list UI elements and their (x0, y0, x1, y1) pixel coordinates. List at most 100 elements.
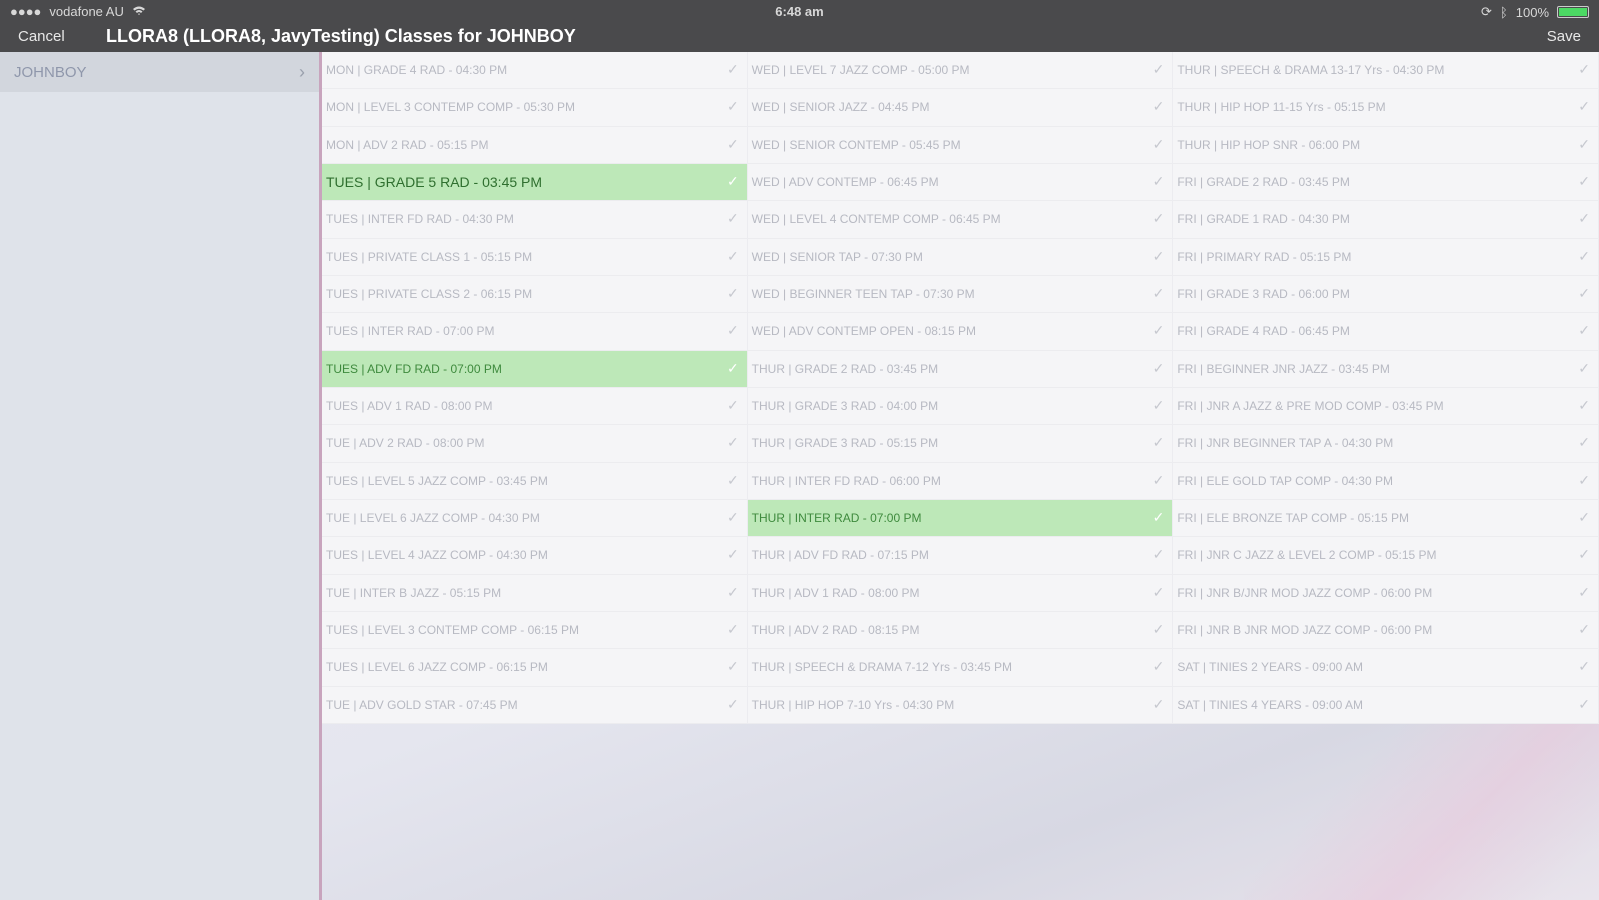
class-label: THUR | ADV 2 RAD - 08:15 PM (751, 623, 920, 638)
class-label: THUR | INTER FD RAD - 06:00 PM (751, 473, 941, 488)
class-row[interactable]: TUES | PRIVATE CLASS 2 - 06:15 PM ✓ (322, 276, 747, 314)
class-row[interactable]: SAT | TINIES 2 YEARS - 09:00 AM ✓ (1173, 649, 1599, 687)
checkmark-icon: ✓ (1578, 508, 1591, 525)
checkmark-icon: ✓ (726, 172, 739, 189)
cancel-button[interactable]: Cancel (18, 28, 65, 45)
class-row[interactable]: MON | ADV 2 RAD - 05:15 PM ✓ (322, 127, 747, 164)
class-row[interactable]: TUES | ADV 1 RAD - 08:00 PM ✓ (322, 388, 747, 426)
class-row[interactable]: FRI | PRIMARY RAD - 05:15 PM ✓ (1173, 239, 1599, 276)
status-time: 6:48 am (775, 4, 824, 19)
checkmark-icon: ✓ (1152, 620, 1165, 637)
class-row[interactable]: FRI | GRADE 3 RAD - 06:00 PM ✓ (1173, 276, 1599, 314)
class-row[interactable]: WED | SENIOR CONTEMP - 05:45 PM ✓ (747, 127, 1173, 164)
class-row[interactable]: WED | SENIOR JAZZ - 04:45 PM ✓ (747, 89, 1173, 127)
class-row[interactable]: TUES | LEVEL 6 JAZZ COMP - 06:15 PM ✓ (322, 649, 747, 687)
class-row[interactable]: THUR | GRADE 3 RAD - 04:00 PM ✓ (747, 388, 1173, 426)
class-row[interactable]: THUR | GRADE 3 RAD - 05:15 PM ✓ (747, 425, 1173, 463)
class-row[interactable]: MON | GRADE 4 RAD - 04:30 PM ✓ (322, 52, 747, 90)
checkmark-icon: ✓ (1152, 284, 1165, 301)
checkmark-icon: ✓ (1152, 434, 1165, 451)
class-row[interactable]: WED | SENIOR TAP - 07:30 PM ✓ (747, 239, 1173, 276)
class-row[interactable]: THUR | ADV FD RAD - 07:15 PM ✓ (747, 537, 1173, 575)
class-label: THUR | GRADE 3 RAD - 05:15 PM (751, 436, 939, 451)
class-row[interactable]: FRI | JNR C JAZZ & LEVEL 2 COMP - 05:15 … (1173, 537, 1599, 575)
checkmark-icon: ✓ (1578, 247, 1591, 264)
class-row[interactable]: THUR | ADV 2 RAD - 08:15 PM ✓ (747, 612, 1173, 650)
class-row[interactable]: FRI | BEGINNER JNR JAZZ - 03:45 PM ✓ (1173, 351, 1599, 388)
checkmark-icon: ✓ (1578, 620, 1591, 637)
class-row[interactable]: THUR | SPEECH & DRAMA 7-12 Yrs - 03:45 P… (747, 649, 1173, 687)
background-decoration (1244, 724, 1599, 900)
checkmark-icon: ✓ (726, 434, 739, 451)
class-row[interactable]: FRI | JNR B JNR MOD JAZZ COMP - 06:00 PM… (1173, 612, 1599, 650)
class-row[interactable]: TUES | INTER FD RAD - 04:30 PM ✓ (322, 201, 747, 239)
class-row[interactable]: FRI | GRADE 1 RAD - 04:30 PM ✓ (1173, 201, 1599, 239)
checkmark-icon: ✓ (1152, 172, 1165, 189)
class-row[interactable]: TUES | LEVEL 5 JAZZ COMP - 03:45 PM ✓ (322, 463, 747, 500)
class-row[interactable]: TUES | LEVEL 4 JAZZ COMP - 04:30 PM ✓ (322, 537, 747, 575)
class-row[interactable]: FRI | GRADE 2 RAD - 03:45 PM ✓ (1173, 164, 1599, 202)
class-row[interactable]: FRI | ELE GOLD TAP COMP - 04:30 PM ✓ (1173, 463, 1599, 500)
class-label: WED | SENIOR JAZZ - 04:45 PM (751, 100, 930, 115)
checkmark-icon: ✓ (1578, 135, 1591, 152)
class-row[interactable]: SAT | TINIES 4 YEARS - 09:00 AM ✓ (1173, 687, 1599, 724)
class-label: TUES | INTER RAD - 07:00 PM (326, 324, 495, 339)
class-label: FRI | GRADE 3 RAD - 06:00 PM (1177, 287, 1350, 302)
battery-fill (1559, 8, 1587, 16)
checkmark-icon: ✓ (1152, 546, 1165, 563)
bluetooth-icon: ᛒ (1499, 4, 1508, 20)
class-row[interactable]: THUR | INTER FD RAD - 06:00 PM ✓ (747, 463, 1173, 500)
page-title: LLORA8 (LLORA8, JavyTesting) Classes for… (106, 26, 576, 46)
class-row-selected[interactable]: TUES | GRADE 5 RAD - 03:45 PM ✓ (322, 163, 747, 202)
class-label: TUES | LEVEL 3 CONTEMP COMP - 06:15 PM (326, 623, 579, 638)
sidebar-item-johnboy[interactable]: JOHNBOY › (0, 52, 319, 92)
checkmark-icon: ✓ (1578, 61, 1591, 77)
checkmark-icon: ✓ (726, 247, 739, 264)
class-label: TUE | ADV 2 RAD - 08:00 PM (326, 436, 485, 451)
class-row[interactable]: TUES | INTER RAD - 07:00 PM ✓ (322, 313, 747, 351)
class-label: WED | SENIOR TAP - 07:30 PM (751, 249, 923, 264)
checkmark-icon: ✓ (726, 359, 739, 376)
class-row[interactable]: WED | LEVEL 4 CONTEMP COMP - 06:45 PM ✓ (747, 201, 1173, 239)
class-row[interactable]: WED | BEGINNER TEEN TAP - 07:30 PM ✓ (747, 276, 1173, 314)
checkmark-icon: ✓ (726, 508, 739, 525)
checkmark-icon: ✓ (726, 322, 739, 339)
class-row[interactable]: TUE | ADV 2 RAD - 08:00 PM ✓ (322, 425, 747, 463)
class-column: WED | LEVEL 7 JAZZ COMP - 05:00 PM ✓ WED |… (747, 52, 1174, 724)
class-row[interactable]: FRI | JNR B/JNR MOD JAZZ COMP - 06:00 PM… (1173, 575, 1599, 612)
class-row[interactable]: WED | LEVEL 7 JAZZ COMP - 05:00 PM ✓ (747, 52, 1173, 90)
class-row[interactable]: TUES | LEVEL 3 CONTEMP COMP - 06:15 PM ✓ (322, 612, 747, 650)
class-row[interactable]: THUR | ADV 1 RAD - 08:00 PM ✓ (747, 575, 1173, 612)
battery-percent: 100% (1515, 4, 1549, 20)
class-label: TUES | LEVEL 6 JAZZ COMP - 06:15 PM (326, 660, 548, 675)
class-row[interactable]: THUR | GRADE 2 RAD - 03:45 PM ✓ (747, 351, 1173, 388)
class-row-selected[interactable]: THUR | INTER RAD - 07:00 PM ✓ (747, 499, 1173, 538)
class-row[interactable]: MON | LEVEL 3 CONTEMP COMP - 05:30 PM ✓ (322, 89, 747, 127)
class-row-selected[interactable]: TUES | ADV FD RAD - 07:00 PM ✓ (322, 350, 747, 388)
class-row[interactable]: FRI | JNR BEGINNER TAP A - 04:30 PM ✓ (1173, 425, 1599, 463)
class-row[interactable]: THUR | HIP HOP 7-10 Yrs - 04:30 PM ✓ (747, 687, 1173, 724)
class-label: TUES | ADV 1 RAD - 08:00 PM (326, 399, 493, 414)
checkmark-icon: ✓ (1152, 471, 1165, 488)
class-row[interactable]: WED | ADV CONTEMP OPEN - 08:15 PM ✓ (747, 313, 1173, 351)
class-row[interactable]: THUR | SPEECH & DRAMA 13-17 Yrs - 04:30 … (1173, 52, 1599, 90)
class-row[interactable]: FRI | JNR A JAZZ & PRE MOD COMP - 03:45 … (1173, 388, 1599, 426)
status-bar: ●●●● vodafone AU 6:48 am ⟳ ᛒ 100% (0, 0, 1599, 22)
class-label: THUR | HIP HOP 7-10 Yrs - 04:30 PM (751, 697, 955, 712)
class-row[interactable]: THUR | HIP HOP SNR - 06:00 PM ✓ (1173, 127, 1599, 164)
class-row[interactable]: TUE | LEVEL 6 JAZZ COMP - 04:30 PM ✓ (322, 500, 747, 538)
class-row[interactable]: WED | ADV CONTEMP - 06:45 PM ✓ (747, 164, 1173, 202)
class-row[interactable]: TUES | PRIVATE CLASS 1 - 05:15 PM ✓ (322, 239, 747, 276)
class-label: TUES | GRADE 5 RAD - 03:45 PM (326, 174, 543, 191)
class-row[interactable]: THUR | HIP HOP 11-15 Yrs - 05:15 PM ✓ (1173, 89, 1599, 127)
class-row[interactable]: FRI | GRADE 4 RAD - 06:45 PM ✓ (1173, 313, 1599, 351)
checkmark-icon: ✓ (1152, 508, 1165, 525)
class-row[interactable]: TUE | ADV GOLD STAR - 07:45 PM ✓ (322, 687, 747, 724)
class-row[interactable]: TUE | INTER B JAZZ - 05:15 PM ✓ (322, 575, 747, 612)
checkmark-icon: ✓ (1578, 172, 1591, 189)
save-button[interactable]: Save (1547, 28, 1581, 45)
class-row[interactable]: FRI | ELE BRONZE TAP COMP - 05:15 PM ✓ (1173, 500, 1599, 538)
class-column: MON | GRADE 4 RAD - 04:30 PM ✓ MON | LEVEL… (322, 52, 748, 724)
navigation-bar: Cancel LLORA8 (LLORA8, JavyTesting) Clas… (0, 22, 1599, 52)
checkmark-icon: ✓ (1578, 98, 1591, 115)
